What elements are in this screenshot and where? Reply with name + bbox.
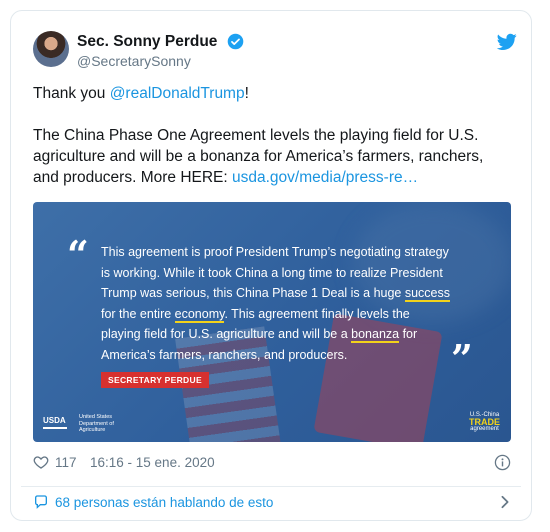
press-release-link[interactable]: usda.gov/media/press-re… <box>232 169 418 186</box>
trade-bottom: agreement <box>470 426 499 432</box>
divider <box>21 486 521 487</box>
tweet-media-image[interactable]: “ This agreement is proof President Trum… <box>33 202 511 442</box>
quote-part-1: This agreement is proof President Trump’… <box>101 245 449 300</box>
mention-link[interactable]: @realDonaldTrump <box>110 85 245 102</box>
tweet-text: Thank you @realDonaldTrump! The China Ph… <box>33 83 513 188</box>
conversation-link[interactable]: 68 personas están hablando de esto <box>33 493 511 513</box>
close-quote-mark: ” <box>451 336 473 381</box>
speaker-badge: SECRETARY PERDUE <box>101 372 209 388</box>
tweet-card: Sec. Sonny Perdue @SecretarySonny Thank … <box>10 10 532 521</box>
twitter-bird-icon[interactable] <box>497 33 517 51</box>
info-icon[interactable] <box>494 454 511 471</box>
open-quote-mark: “ <box>67 232 89 277</box>
trade-agreement-logo: U.S.-China TRADE agreement <box>469 412 500 433</box>
quote-success: success <box>404 286 451 302</box>
author-name[interactable]: Sec. Sonny Perdue <box>77 33 217 51</box>
usda-subtitle: United States Department of Agriculture <box>79 414 114 433</box>
quote-part-2: for the entire <box>101 306 175 321</box>
verified-icon <box>227 33 244 50</box>
timestamp[interactable]: 16:16 - 15 ene. 2020 <box>90 455 215 470</box>
usda-logo: USDA <box>43 416 73 429</box>
speech-bubble-icon <box>35 495 47 509</box>
conversation-text[interactable]: 68 personas están hablando de esto <box>55 495 273 510</box>
usda-mark: USDA <box>43 416 67 429</box>
trade-big: TRADE <box>469 417 500 427</box>
tweet-meta: 117 16:16 - 15 ene. 2020 <box>33 454 511 472</box>
avatar[interactable] <box>33 31 69 67</box>
author-handle[interactable]: @SecretarySonny <box>77 53 191 69</box>
quote-bonanza: bonanza <box>351 327 400 343</box>
thanks-text: Thank you <box>33 85 110 102</box>
exclamation-text: ! <box>244 85 249 102</box>
quote-economy: economy <box>174 306 225 323</box>
chevron-right-icon[interactable] <box>499 495 511 509</box>
like-count[interactable]: 117 <box>55 455 77 470</box>
heart-icon[interactable] <box>33 454 49 470</box>
quote-text: This agreement is proof President Trump’… <box>101 242 451 365</box>
